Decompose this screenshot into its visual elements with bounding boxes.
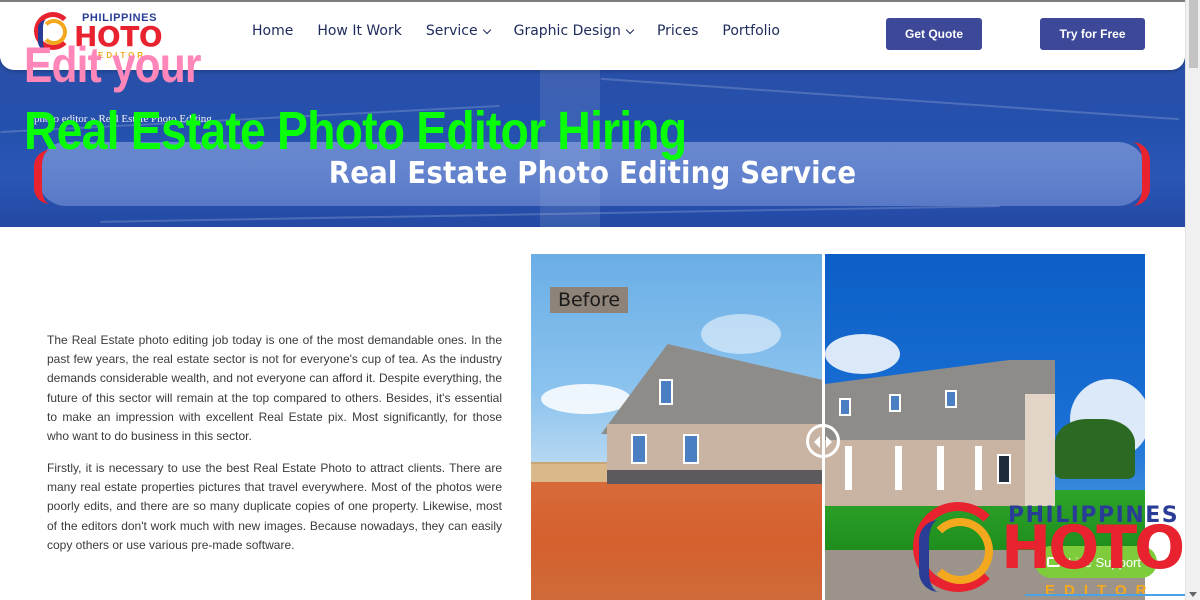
- nav-how-it-work[interactable]: How It Work: [317, 23, 402, 39]
- house-dormer-window: [945, 390, 957, 408]
- nav-label: Service: [425, 23, 478, 39]
- nav-label: Prices: [656, 23, 699, 39]
- slider-handle[interactable]: [806, 424, 840, 458]
- porch-column: [895, 446, 902, 490]
- dirt-ground: [531, 482, 823, 600]
- overlay-heading-line1: Edit your: [24, 37, 201, 93]
- body-paragraph: Firstly, it is necessary to use the best…: [47, 461, 502, 552]
- page-title: Real Estate Photo Editing Service: [328, 156, 857, 191]
- get-quote-button[interactable]: Get Quote: [886, 18, 982, 50]
- fence: [531, 462, 611, 484]
- floating-watermark-logo: PHILIPPINES HOTO EDITOR: [905, 500, 1195, 600]
- before-label: Before: [550, 287, 628, 313]
- cloud: [701, 314, 781, 354]
- arrow-left-icon: [814, 436, 820, 448]
- scrollbar-thumb[interactable]: [1189, 0, 1198, 68]
- house-dormer-window: [839, 398, 851, 416]
- trees: [1055, 419, 1135, 479]
- logo-text-sub: EDITOR: [1045, 582, 1156, 599]
- house-wall: [1025, 394, 1055, 506]
- house-window: [631, 434, 647, 464]
- porch-column: [845, 446, 852, 490]
- overlay-heading-line2: Real Estate Photo Editor Hiring: [24, 101, 687, 161]
- nav-label: Portfolio: [722, 23, 780, 39]
- porch-column: [975, 446, 982, 490]
- nav-portfolio[interactable]: Portfolio: [722, 23, 780, 39]
- nav-label: Home: [252, 23, 294, 39]
- house-roof: [601, 344, 823, 434]
- nav-prices[interactable]: Prices: [657, 23, 698, 39]
- logo-underline: [1025, 594, 1185, 596]
- arrow-right-icon: [826, 436, 832, 448]
- house-foundation: [607, 470, 823, 484]
- house-window: [683, 434, 699, 464]
- porch-column: [937, 446, 944, 490]
- chevron-down-icon: [625, 25, 635, 34]
- try-for-free-button[interactable]: Try for Free: [1040, 18, 1145, 50]
- nav-graphic-design[interactable]: Graphic Design: [513, 23, 635, 39]
- before-image: Before: [531, 254, 823, 600]
- intro-paragraph: The Real Estate photo editing job today …: [47, 333, 502, 444]
- house-dormer-window: [889, 394, 901, 412]
- logo-text-main: HOTO: [1001, 513, 1185, 583]
- house-window: [659, 379, 673, 405]
- page-scrollbar[interactable]: [1185, 0, 1200, 600]
- nav-label: Graphic Design: [513, 23, 621, 39]
- nav-home[interactable]: Home: [252, 23, 293, 39]
- house-window: [997, 454, 1011, 484]
- cloud: [825, 334, 900, 374]
- nav-label: How It Work: [317, 23, 402, 39]
- cloud: [541, 384, 631, 414]
- nav-service[interactable]: Service: [425, 23, 491, 39]
- banner-decoration: [600, 77, 1180, 121]
- chevron-down-icon: [482, 25, 491, 34]
- main-nav: Home How It Work Service Graphic Design …: [252, 23, 804, 39]
- scroll-down-arrow-icon[interactable]: [1189, 592, 1197, 597]
- logo-ring-icon: [919, 520, 939, 592]
